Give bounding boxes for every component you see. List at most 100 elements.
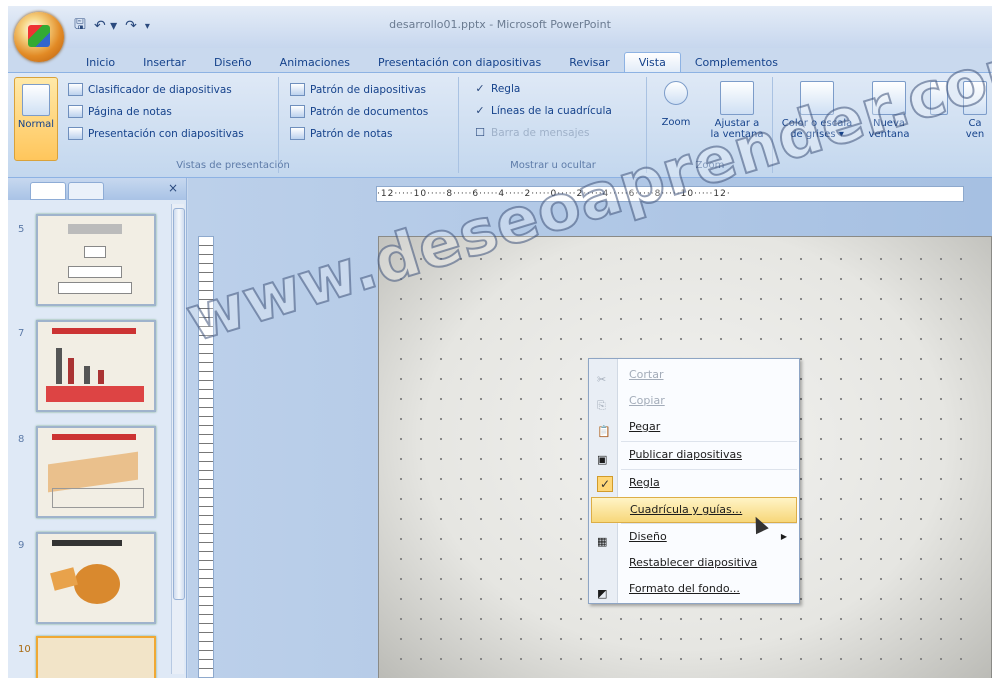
checkmark-icon: ✓ — [597, 476, 613, 492]
table-block — [52, 488, 144, 508]
tab-diseno[interactable]: Diseño — [200, 53, 266, 74]
slide-number: 5 — [18, 224, 25, 235]
slides-scrollbar[interactable] — [171, 204, 185, 674]
group-zoom: Zoom Ajustar a la ventana Zoom — [648, 77, 773, 173]
gridlines-checkbox[interactable]: ✓ Líneas de la cuadrícula — [474, 105, 612, 118]
close-icon[interactable]: × — [168, 181, 178, 195]
grayscale-label-2: de grises — [790, 129, 836, 140]
menu-item-publish[interactable]: ▣ Publicar diapositivas — [591, 443, 797, 467]
slide-thumbnail[interactable] — [36, 214, 156, 306]
slide-thumbnail-selected[interactable] — [36, 636, 156, 678]
new-window-button[interactable]: Nueva ventana — [864, 81, 914, 140]
slide-sorter-label: Clasificador de diapositivas — [88, 83, 232, 96]
thumbnail-title — [52, 328, 136, 334]
office-logo-icon — [28, 25, 50, 47]
menu-label: Cuadrícula y guías... — [630, 503, 743, 516]
slide-master-icon — [290, 83, 305, 96]
publish-icon: ▣ — [597, 453, 608, 466]
tab-revisar[interactable]: Revisar — [555, 53, 623, 74]
ribbon: Normal Clasificador de diapositivas Pági… — [8, 72, 992, 178]
cascade-button[interactable]: Ca ven — [960, 81, 990, 140]
group-mostrar: ✓ Regla ✓ Líneas de la cuadrícula ☐ Barra d… — [460, 77, 647, 173]
thumbnail-title — [68, 224, 122, 234]
tab-presentacion[interactable]: Presentación con diapositivas — [364, 53, 555, 74]
slide-thumbnail[interactable] — [36, 532, 156, 624]
menu-item-copy[interactable]: ⎘ Copiar — [591, 389, 797, 413]
office-button[interactable] — [14, 12, 64, 62]
notes-page-button[interactable]: Página de notas — [68, 105, 172, 118]
ruler-checkbox[interactable]: ✓ Regla — [474, 82, 520, 96]
group-color-window: Color o escala de grises ▾ Nueva ventana C… — [774, 77, 992, 173]
message-bar-checkbox[interactable]: ☐ Barra de mensajes — [474, 126, 589, 140]
handout-master-button[interactable]: Patrón de documentos — [290, 105, 428, 118]
menu-label: Copiar — [629, 394, 665, 407]
grayscale-button[interactable]: Color o escala de grises ▾ — [780, 81, 854, 140]
menu-label: Pegar — [629, 420, 661, 433]
pie-mark — [74, 564, 120, 604]
tab-insertar[interactable]: Insertar — [129, 53, 200, 74]
slide-thumbnail[interactable] — [36, 320, 156, 412]
group-vistas: Normal Clasificador de diapositivas Pági… — [8, 77, 290, 173]
format-background-icon: ◩ — [597, 587, 608, 600]
menu-item-grid-guides[interactable]: Cuadrícula y guías... — [591, 497, 797, 523]
tab-outline[interactable] — [68, 182, 104, 200]
paste-icon: 📋 — [597, 425, 611, 438]
thumbnail-title — [52, 540, 122, 546]
slides-pane: × 5 7 8 9 10 — [8, 178, 187, 678]
grayscale-label-1: Color o escala — [781, 118, 853, 129]
layout-icon: ▦ — [597, 535, 608, 548]
magnifier-icon — [664, 81, 688, 105]
menu-item-background[interactable]: ◩ Formato del fondo... — [591, 577, 797, 601]
menu-item-paste[interactable]: 📋 Pegar — [591, 415, 797, 439]
slide-number: 10 — [18, 644, 31, 655]
group-label-mostrar: Mostrar u ocultar — [510, 160, 596, 171]
org-box — [58, 282, 132, 294]
new-window-label-1: Nueva — [872, 118, 906, 129]
menu-label: Diseño — [629, 530, 667, 543]
fit-window-button[interactable]: Ajustar a la ventana — [706, 81, 768, 140]
cascade-label-2: ven — [965, 129, 985, 140]
bar-mark — [84, 366, 90, 384]
notes-master-label: Patrón de notas — [310, 127, 393, 140]
thumbnail-title — [52, 434, 136, 440]
tab-complementos[interactable]: Complementos — [681, 53, 792, 74]
menu-label: Publicar diapositivas — [629, 448, 742, 461]
normal-view-button[interactable]: Normal — [14, 77, 58, 161]
gridlines-label: Líneas de la cuadrícula — [491, 105, 612, 117]
tab-inicio[interactable]: Inicio — [72, 53, 129, 74]
slideshow-icon — [68, 127, 83, 140]
tab-animaciones[interactable]: Animaciones — [266, 53, 364, 74]
arrange-icon — [930, 81, 948, 115]
title-bar: 🖫 ↶ ▾ ↷ ▾ desarrollo01.pptx - Microsoft … — [8, 6, 992, 62]
slideshow-label: Presentación con diapositivas — [88, 127, 244, 140]
notes-master-button[interactable]: Patrón de notas — [290, 127, 392, 140]
slideshow-button[interactable]: Presentación con diapositivas — [68, 127, 244, 140]
checkmark-icon: ✓ — [475, 82, 485, 95]
menu-item-cut[interactable]: ✂ Cortar — [591, 363, 797, 387]
window-title: desarrollo01.pptx - Microsoft PowerPoint — [389, 18, 611, 31]
arrange-button[interactable] — [924, 81, 954, 118]
checkbox-empty-icon: ☐ — [475, 126, 485, 139]
menu-item-ruler[interactable]: ✓ Regla — [591, 471, 797, 495]
fit-window-icon — [720, 81, 754, 115]
menu-separator — [621, 469, 797, 470]
submenu-arrow-icon: ▶ — [780, 532, 787, 541]
zoom-button[interactable]: Zoom — [656, 81, 696, 128]
cascade-icon — [963, 81, 987, 115]
menu-item-reset[interactable]: Restablecer diapositiva — [591, 551, 797, 575]
slide-master-label: Patrón de diapositivas — [310, 83, 427, 96]
slide-number: 9 — [18, 540, 25, 551]
menu-label: Cortar — [629, 368, 664, 381]
ribbon-tabs: Inicio Insertar Diseño Animaciones Prese… — [72, 50, 792, 74]
slide-master-button[interactable]: Patrón de diapositivas — [290, 83, 426, 96]
powerpoint-window: 🖫 ↶ ▾ ↷ ▾ desarrollo01.pptx - Microsoft … — [8, 6, 992, 678]
slide-sorter-button[interactable]: Clasificador de diapositivas — [68, 83, 232, 96]
scroll-thumb[interactable] — [173, 208, 185, 600]
bar-mark — [56, 348, 62, 384]
tab-slides[interactable] — [30, 182, 66, 200]
slide-thumbnail[interactable] — [36, 426, 156, 518]
slides-pane-tabs: × — [8, 178, 186, 200]
menu-separator — [621, 523, 797, 524]
bar-mark — [68, 358, 74, 384]
tab-vista[interactable]: Vista — [623, 52, 681, 74]
